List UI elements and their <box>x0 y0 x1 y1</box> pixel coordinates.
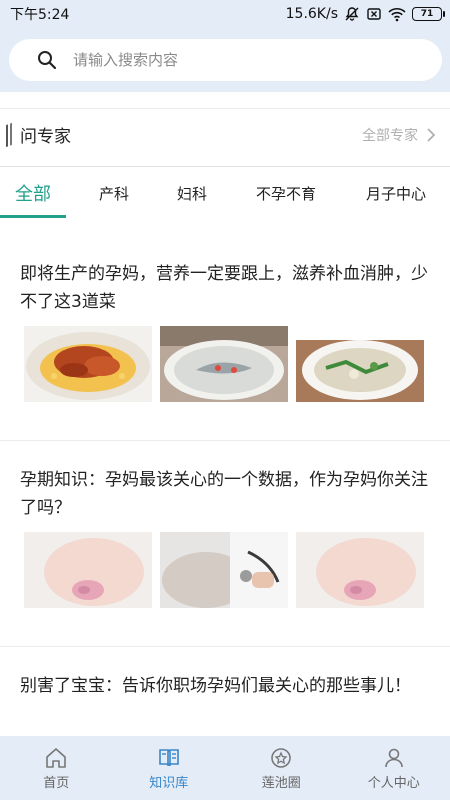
lotus-circle-icon <box>271 747 292 768</box>
status-time: 下午5:24 <box>10 7 70 23</box>
all-experts-label: 全部专家 <box>362 127 418 144</box>
article-image <box>296 326 424 402</box>
divider <box>0 440 450 441</box>
mute-icon <box>345 7 359 21</box>
network-speed: 15.6K/s <box>285 6 338 22</box>
category-tabs: 全部 产科 妇科 不孕不育 月子中心 <box>0 168 450 218</box>
article-title: 孕期知识：孕妈最该关心的一个数据，作为孕妈你关注了吗？ <box>20 470 428 518</box>
article-title: 别害了宝宝：告诉你职场孕妈们最关心的那些事儿！ <box>20 676 411 696</box>
article-item[interactable]: 别害了宝宝：告诉你职场孕妈们最关心的那些事儿！ <box>0 672 450 700</box>
ask-expert-header: 问专家 <box>6 122 71 147</box>
nav-profile-label: 个人中心 <box>367 775 420 791</box>
article-image <box>160 326 288 402</box>
nav-lotus-circle[interactable]: 莲池圈 <box>225 736 338 800</box>
article-image <box>24 532 152 608</box>
bottom-navigation: 首页 知识库 莲池圈 个人中心 <box>0 736 450 800</box>
nav-home[interactable]: 首页 <box>0 736 113 800</box>
article-image <box>296 532 424 608</box>
all-experts-link[interactable]: 全部专家 <box>362 125 436 145</box>
chevron-right-icon <box>427 127 436 142</box>
article-title: 即将生产的孕妈，营养一定要跟上，滋养补血消肿，少不了这3道菜 <box>20 264 428 312</box>
article-item[interactable]: 孕期知识：孕妈最该关心的一个数据，作为孕妈你关注了吗？ <box>0 466 450 608</box>
search-header <box>0 28 450 92</box>
tab-confinement-center[interactable]: 月子中心 <box>350 168 442 218</box>
search-input[interactable] <box>73 51 393 69</box>
nav-home-label: 首页 <box>43 775 70 791</box>
ask-expert-title: 问专家 <box>20 127 71 147</box>
search-icon <box>38 51 57 70</box>
status-bar: 下午5:24 15.6K/s 71 <box>0 0 450 28</box>
wifi-icon <box>388 8 406 22</box>
divider <box>0 166 450 167</box>
nav-lotus-circle-label: 莲池圈 <box>261 775 301 791</box>
article-item[interactable]: 即将生产的孕妈，营养一定要跟上，滋养补血消肿，少不了这3道菜 <box>0 260 450 402</box>
article-image <box>160 532 288 608</box>
sim-off-icon <box>367 8 381 20</box>
tab-obstetrics[interactable]: 产科 <box>82 168 146 218</box>
divider <box>0 646 450 647</box>
search-bar[interactable] <box>9 39 442 81</box>
section-marker-icon <box>6 122 12 147</box>
book-icon <box>158 748 179 766</box>
tab-gynecology[interactable]: 妇科 <box>160 168 224 218</box>
article-thumbnails <box>0 326 450 402</box>
nav-profile[interactable]: 个人中心 <box>338 736 450 800</box>
battery-level: 71 <box>420 9 434 19</box>
nav-knowledge-label: 知识库 <box>149 775 189 791</box>
person-icon <box>384 748 403 767</box>
article-image <box>24 326 152 402</box>
battery-icon: 71 <box>412 7 445 21</box>
active-tab-indicator <box>0 215 66 218</box>
article-thumbnails <box>0 532 450 608</box>
tab-all[interactable]: 全部 <box>0 168 66 218</box>
status-icons: 15.6K/s 71 <box>285 6 445 22</box>
nav-knowledge[interactable]: 知识库 <box>113 736 226 800</box>
tab-infertility[interactable]: 不孕不育 <box>240 168 332 218</box>
ask-expert-row[interactable]: 问专家 全部专家 <box>0 108 450 160</box>
home-icon <box>46 747 67 768</box>
